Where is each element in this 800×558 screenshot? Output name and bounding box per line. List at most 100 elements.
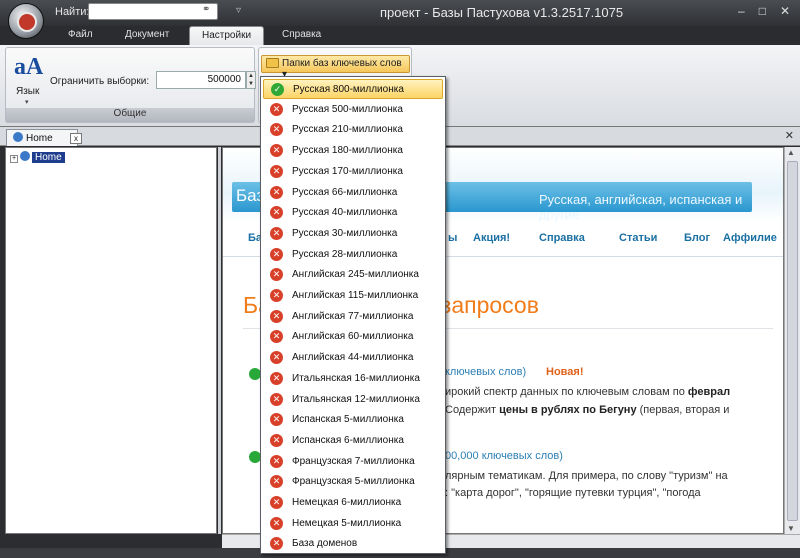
app-logo-icon xyxy=(19,14,35,30)
nav-link-help[interactable]: Справка xyxy=(539,232,585,244)
quick-access-icon[interactable]: ▿ xyxy=(236,5,241,16)
menu-item-keyword-db[interactable]: ✕ Русская 40-миллионка xyxy=(263,203,443,223)
menu-item-label: Русская 210-миллионка xyxy=(292,124,403,136)
close-icon[interactable]: ✕ xyxy=(785,129,794,142)
globe-icon xyxy=(20,151,30,161)
db-desc-line: : "карта дорог", "горящие путевки турция… xyxy=(445,487,701,499)
menu-item-keyword-db[interactable]: ✕ Английская 44-миллионка xyxy=(263,348,443,368)
limit-input[interactable]: 500000 xyxy=(156,71,246,89)
site-tagline: Русская, английская, испанская и другие xyxy=(539,192,743,222)
binoculars-icon[interactable]: ⚭ xyxy=(202,4,210,15)
close-icon: ✕ xyxy=(270,144,283,158)
menu-item-keyword-db[interactable]: ✕ Французская 7-миллионка xyxy=(263,452,443,472)
close-icon: ✕ xyxy=(270,475,283,489)
doc-tab-home[interactable]: Home x xyxy=(6,129,82,146)
menu-item-label: Испанская 6-миллионка xyxy=(292,434,404,446)
menu-item-keyword-db[interactable]: ✓ Русская 800-миллионка xyxy=(263,79,443,99)
keyword-folders-label: Папки баз ключевых слов xyxy=(282,58,402,69)
close-icon: ✕ xyxy=(270,454,283,468)
scroll-thumb[interactable] xyxy=(787,161,798,521)
close-icon: ✕ xyxy=(270,289,283,302)
menu-item-label: База доменов xyxy=(292,538,358,550)
menu-item-keyword-db[interactable]: ✕ Русская 500-миллионка xyxy=(263,100,443,120)
db-title-link[interactable]: ключевых слов) xyxy=(445,366,526,378)
menu-item-keyword-db[interactable]: ✕ Итальянская 12-миллионка xyxy=(263,390,443,410)
close-icon: ✕ xyxy=(270,433,283,447)
scroll-down-icon[interactable]: ▼ xyxy=(787,524,795,533)
menu-item-keyword-db[interactable]: ✕ Русская 210-миллионка xyxy=(263,120,443,140)
menu-item-label: Английская 245-миллионка xyxy=(292,269,419,281)
language-icon[interactable]: aA xyxy=(14,54,43,81)
tab-document[interactable]: Документ xyxy=(125,29,169,40)
spin-down-icon[interactable]: ▼ xyxy=(247,80,255,88)
nav-link-promo[interactable]: Акция! xyxy=(473,232,510,244)
tab-settings[interactable]: Настройки xyxy=(189,26,265,45)
maximize-button[interactable]: □ xyxy=(759,4,766,18)
menu-item-label: Английская 115-миллионка xyxy=(292,290,419,301)
menu-item-keyword-db[interactable]: ✕ Французская 5-миллионка xyxy=(263,472,443,492)
tree-item-home[interactable]: + Home xyxy=(10,151,65,163)
menu-item-keyword-db[interactable]: ✕ Английская 245-миллионка xyxy=(263,265,443,285)
close-icon: ✕ xyxy=(270,309,283,323)
tab-help[interactable]: Справка xyxy=(282,29,321,40)
tree-item-label[interactable]: Home xyxy=(32,152,65,163)
menu-item-keyword-db[interactable]: ✕ Итальянская 16-миллионка xyxy=(263,369,443,389)
menu-item-keyword-db[interactable]: ✕ Немецкая 5-миллионка xyxy=(263,514,443,534)
ribbon-tabs: Файл Документ Настройки Справка xyxy=(0,26,800,45)
nav-link-affiliate[interactable]: Аффилие xyxy=(723,232,777,244)
db-desc-line: ирокий спектр данных по ключевым словам … xyxy=(445,386,731,398)
db-title-link[interactable]: 00,000 ключевых слов) xyxy=(445,450,563,462)
nav-link-articles[interactable]: Статьи xyxy=(619,232,657,244)
close-button[interactable]: ✕ xyxy=(780,4,790,18)
tab-file[interactable]: Файл xyxy=(68,29,93,40)
spin-up-icon[interactable]: ▲ xyxy=(247,72,255,80)
db-desc-line: Содержит цены в рублях по Бегуну (первая… xyxy=(445,404,730,416)
menu-item-label: Русская 28-миллионка xyxy=(292,248,398,260)
app-menu-button[interactable] xyxy=(8,3,44,39)
scroll-up-icon[interactable]: ▲ xyxy=(787,148,795,157)
menu-item-label: Русская 500-миллионка xyxy=(292,103,403,115)
minimize-button[interactable]: – xyxy=(738,4,745,18)
close-tab-button[interactable]: x xyxy=(70,133,82,144)
keyword-folders-button[interactable]: Папки баз ключевых слов ▾ xyxy=(261,55,410,80)
close-icon: ✕ xyxy=(270,123,283,137)
close-icon: ✕ xyxy=(270,371,283,385)
menu-item-keyword-db[interactable]: ✕ Испанская 5-миллионка xyxy=(263,410,443,430)
menu-item-keyword-db[interactable]: ✕ Русская 28-миллионка xyxy=(263,245,443,265)
keyword-folders-menu: ✓ Русская 800-миллионка ✕ Русская 500-милли… xyxy=(260,76,446,554)
language-button-label[interactable]: Язык xyxy=(16,86,39,97)
menu-item-keyword-db[interactable]: ✕ Немецкая 6-миллионка xyxy=(263,493,443,513)
folder-icon xyxy=(266,58,279,68)
group-label: Общие xyxy=(6,108,254,122)
expand-icon[interactable]: + xyxy=(10,155,18,163)
menu-item-keyword-db[interactable]: ✕ Английская 115-миллионка xyxy=(263,286,443,306)
menu-item-keyword-db[interactable]: ✕ Русская 30-миллионка xyxy=(263,224,443,244)
menu-item-keyword-db[interactable]: ✕ Русская 180-миллионка xyxy=(263,141,443,161)
vertical-scrollbar[interactable]: ▲ ▼ xyxy=(784,147,800,534)
menu-item-keyword-db[interactable]: ✕ База доменов xyxy=(263,534,443,554)
close-icon: ✕ xyxy=(270,185,283,199)
chevron-down-icon[interactable]: ▾ xyxy=(25,98,29,106)
menu-item-keyword-db[interactable]: ✕ Испанская 6-миллионка xyxy=(263,431,443,451)
tree-panel: + Home xyxy=(5,147,217,534)
close-icon: ✕ xyxy=(270,226,283,240)
menu-item-keyword-db[interactable]: ✕ Английская 77-миллионка xyxy=(263,307,443,327)
menu-item-keyword-db[interactable]: ✕ Русская 66-миллионка xyxy=(263,183,443,203)
menu-item-label: Английская 44-миллионка xyxy=(292,352,414,364)
window-title: проект - Базы Пастухова v1.3.2517.1075 xyxy=(380,5,624,20)
find-input[interactable] xyxy=(88,3,218,20)
menu-item-keyword-db[interactable]: ✕ Русская 170-миллионка xyxy=(263,162,443,182)
menu-item-label: Русская 40-миллионка xyxy=(292,207,398,219)
db-desc-line: лярным тематикам. Для примера, по слову … xyxy=(445,470,728,482)
window-controls: – □ ✕ xyxy=(738,4,790,18)
limit-label: Ограничить выборки: xyxy=(50,76,150,87)
limit-stepper[interactable]: ▲ ▼ xyxy=(246,71,256,89)
close-icon: ✕ xyxy=(270,247,283,261)
close-icon: ✕ xyxy=(270,496,283,509)
nav-link[interactable]: ы xyxy=(448,232,457,244)
panel-splitter[interactable] xyxy=(218,147,221,534)
nav-link-blog[interactable]: Блог xyxy=(684,232,710,244)
menu-item-label: Русская 170-миллионка xyxy=(292,165,403,177)
menu-item-keyword-db[interactable]: ✕ Английская 60-миллионка xyxy=(263,327,443,347)
menu-item-label: Русская 180-миллионка xyxy=(292,145,403,157)
